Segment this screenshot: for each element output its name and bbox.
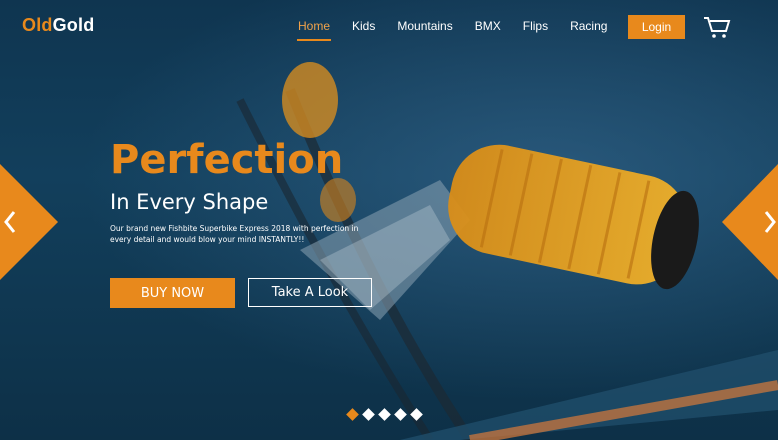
hero-subheadline: In Every Shape	[110, 190, 269, 214]
slider-dot-4[interactable]	[394, 408, 407, 421]
slider-dot-1[interactable]	[346, 408, 359, 421]
hero-headline: Perfection	[110, 137, 344, 183]
slider-dot-5[interactable]	[410, 408, 423, 421]
slider-prev-button[interactable]	[0, 164, 58, 280]
login-button[interactable]: Login	[628, 15, 685, 39]
take-a-look-button[interactable]: Take A Look	[248, 278, 372, 307]
slider-dot-2[interactable]	[362, 408, 375, 421]
brand-prefix: Old	[22, 15, 53, 35]
hero-section: OldGold Home Kids Mountains BMX Flips Ra…	[0, 0, 778, 440]
nav-item-racing[interactable]: Racing	[570, 19, 607, 33]
nav-item-kids[interactable]: Kids	[352, 19, 375, 33]
brand-logo[interactable]: OldGold	[22, 15, 94, 36]
hero-background-image	[236, 62, 778, 440]
buy-now-button[interactable]: BUY NOW	[110, 278, 235, 308]
brand-suffix: Gold	[52, 15, 95, 35]
main-nav: Home Kids Mountains BMX Flips Racing	[296, 19, 629, 41]
slider-next-button[interactable]	[722, 164, 778, 280]
cart-icon[interactable]	[703, 15, 731, 39]
nav-item-mountains[interactable]: Mountains	[397, 19, 452, 33]
nav-item-home[interactable]: Home	[296, 19, 332, 41]
slider-dot-3[interactable]	[378, 408, 391, 421]
nav-item-bmx[interactable]: BMX	[475, 19, 501, 33]
slider-dots	[346, 408, 423, 421]
hero-description: Our brand new Fishbite Superbike Express…	[110, 224, 359, 244]
nav-item-flips[interactable]: Flips	[523, 19, 548, 33]
